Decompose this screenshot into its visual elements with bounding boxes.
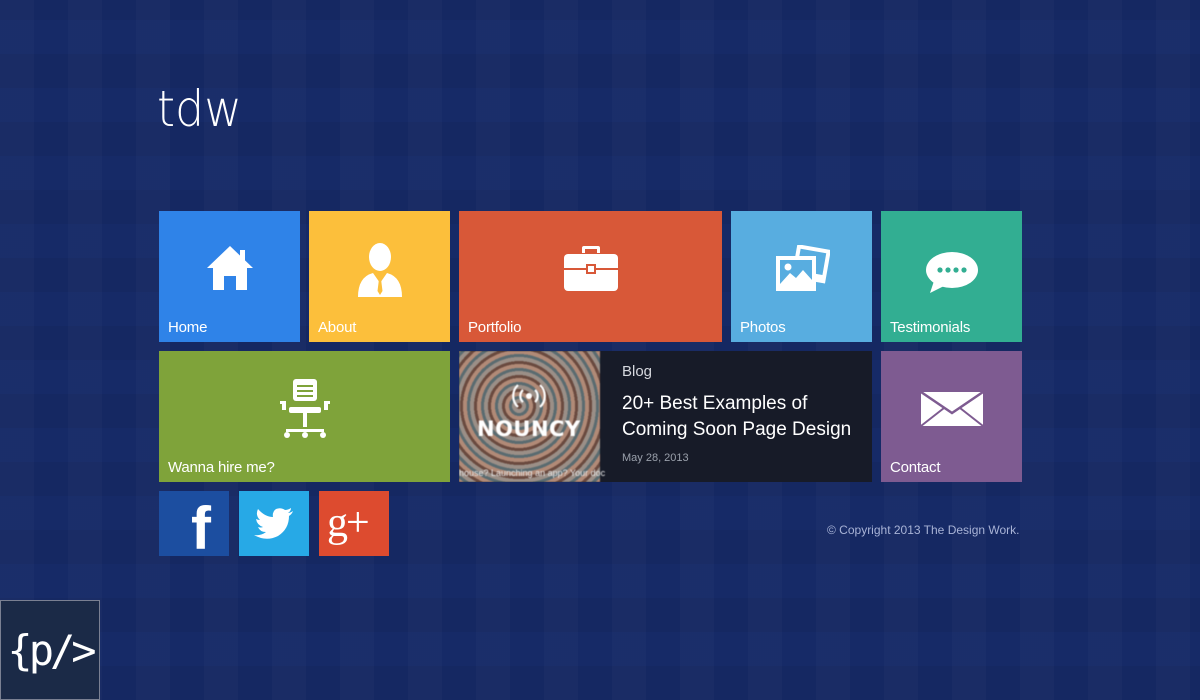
office-chair-icon	[279, 379, 330, 438]
blog-thumbnail[interactable]: NOUNCY house? Launching an app? Your doc	[459, 351, 605, 482]
tile-portfolio[interactable]: Portfolio	[459, 211, 722, 342]
tile-home[interactable]: Home	[159, 211, 300, 342]
tile-photos-label: Photos	[740, 319, 786, 336]
blog-category: Blog	[622, 363, 653, 380]
tile-home-label: Home	[168, 319, 208, 336]
facebook-button[interactable]: f	[159, 491, 229, 562]
tile-photos[interactable]: Photos	[731, 211, 872, 342]
tile-about[interactable]: About	[309, 211, 450, 342]
twitter-button[interactable]	[239, 491, 309, 556]
tile-about-label: About	[318, 319, 357, 336]
tile-contact[interactable]: Contact	[881, 351, 1022, 482]
corner-badge-logo: {p/>	[0, 600, 100, 700]
tile-testimonials[interactable]: Testimonials	[881, 211, 1022, 342]
tile-hire-me-label: Wanna hire me?	[168, 459, 275, 476]
site-logo[interactable]: tdw	[157, 80, 242, 138]
blog-thumb-caption: house? Launching an app? Your doc	[459, 468, 606, 478]
tile-hire-me[interactable]: Wanna hire me?	[159, 351, 450, 482]
blog-post-date: May 28, 2013	[622, 452, 689, 464]
blog-thumb-brand: NOUNCY	[477, 417, 581, 441]
tile-testimonials-label: Testimonials	[890, 319, 971, 336]
google-plus-button[interactable]: g+	[319, 491, 389, 556]
tile-portfolio-label: Portfolio	[468, 319, 522, 336]
photos-icon	[775, 245, 830, 291]
twitter-icon	[254, 508, 293, 539]
signal-icon	[512, 384, 546, 408]
user-icon	[357, 243, 402, 297]
copyright-text: © Copyright 2013 The Design Work.	[827, 523, 1020, 537]
google-plus-icon: g+	[327, 500, 370, 546]
facebook-icon: f	[191, 495, 211, 562]
chat-icon	[925, 252, 978, 293]
blog-post-title[interactable]: 20+ Best Examples of Coming Soon Page De…	[622, 391, 862, 443]
envelope-icon	[919, 391, 984, 427]
tile-blog[interactable]: NOUNCY house? Launching an app? Your doc…	[459, 351, 872, 482]
home-icon	[206, 246, 253, 290]
tile-contact-label: Contact	[890, 459, 941, 476]
briefcase-icon	[563, 246, 618, 291]
